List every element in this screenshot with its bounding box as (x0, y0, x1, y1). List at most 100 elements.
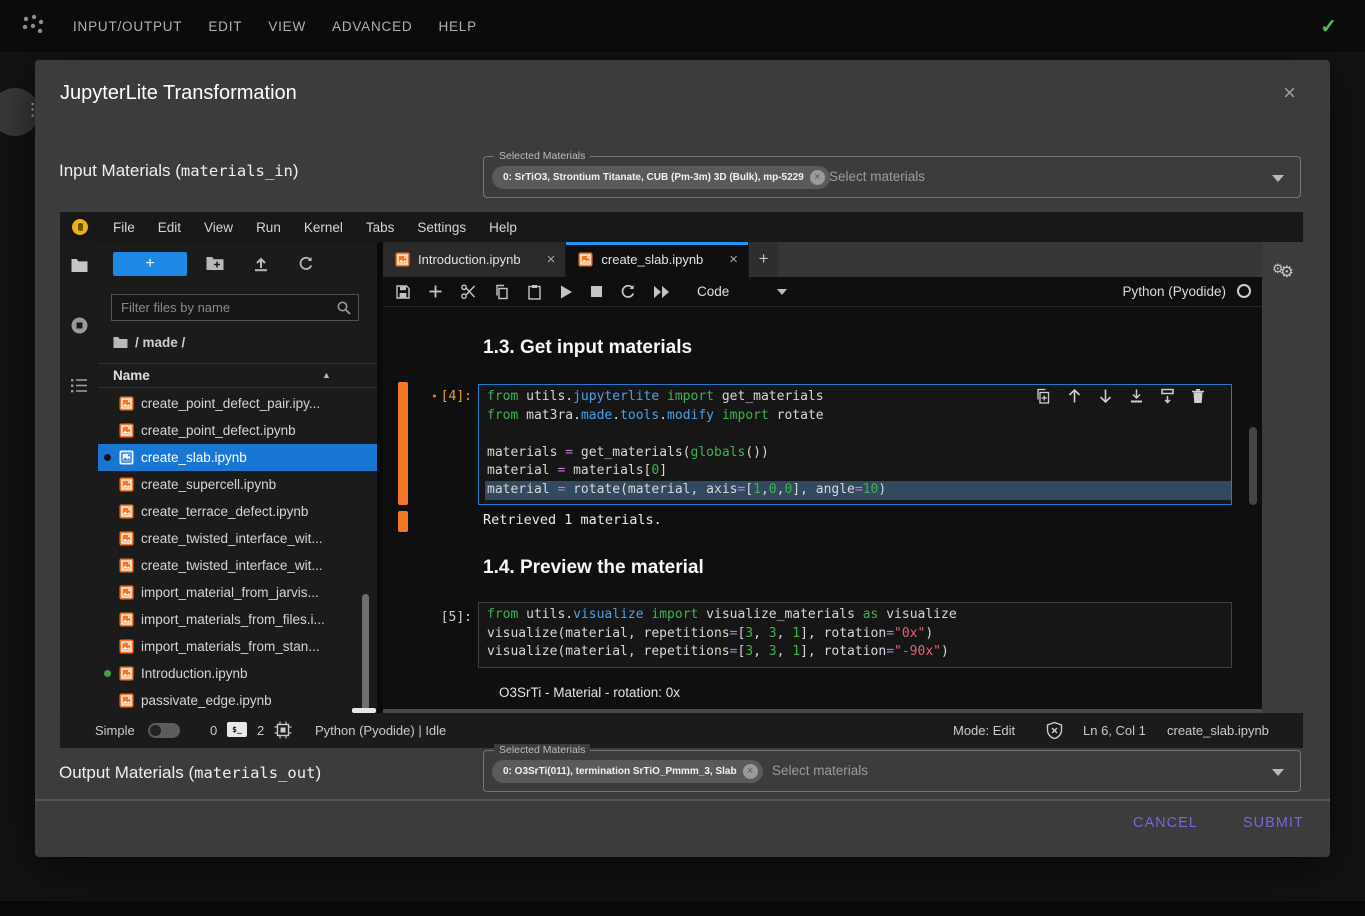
restart-run-all-icon[interactable] (653, 285, 671, 299)
file-row[interactable]: create_twisted_interface_wit... (98, 552, 377, 579)
notebook-tab-bar: Introduction.ipynb× create_slab.ipynb×+ (383, 242, 1262, 277)
tab-close-icon[interactable]: × (729, 251, 738, 268)
kernel-status-icon[interactable] (1237, 284, 1251, 298)
cursor-position[interactable]: Ln 6, Col 1 (1083, 723, 1146, 738)
jupyter-menu-settings[interactable]: Settings (417, 220, 466, 235)
breadcrumb[interactable]: / made / (113, 332, 185, 352)
notebook-scrollbar-thumb[interactable] (1249, 427, 1257, 505)
stop-kernel-icon[interactable] (590, 285, 603, 298)
jupyter-menu-kernel[interactable]: Kernel (304, 220, 343, 235)
new-tab-button[interactable]: + (749, 242, 778, 277)
submit-button[interactable]: SUBMIT (1243, 815, 1304, 831)
floating-menu-button[interactable]: ⋮ (0, 88, 39, 136)
save-icon[interactable] (395, 284, 411, 300)
topbar-menu-view[interactable]: VIEW (268, 19, 306, 34)
code-line[interactable]: from mat3ra.made.tools.modify import rot… (485, 407, 1231, 426)
table-of-contents-icon[interactable] (71, 378, 88, 393)
kernel-status-label[interactable]: Python (Pyodide) | Idle (315, 723, 446, 738)
jupyterlite-transformation-dialog: JupyterLite Transformation × Input Mater… (35, 60, 1330, 857)
output-materials-select[interactable]: Selected Materials 0: O3SrTi(011), termi… (483, 750, 1301, 792)
cancel-button[interactable]: CANCEL (1133, 815, 1198, 831)
kernels-count: 2 (257, 723, 264, 738)
jupyter-menu-tabs[interactable]: Tabs (366, 220, 395, 235)
app-logo-icon[interactable] (20, 13, 46, 39)
dialog-close-icon[interactable]: × (1283, 82, 1296, 104)
notebook-file-icon (119, 558, 134, 573)
code-line[interactable]: visualize(material, repetitions=[3, 3, 1… (485, 643, 1231, 662)
add-cell-icon[interactable] (428, 284, 443, 299)
tab-create_slab-ipynb[interactable]: create_slab.ipynb× (566, 242, 749, 277)
file-list-scrollbar[interactable] (362, 594, 369, 710)
code-line[interactable]: material = materials[0] (485, 462, 1231, 481)
file-row[interactable]: import_material_from_jarvis... (98, 579, 377, 606)
notebook-content[interactable]: 1.3. Get input materials •[4]: from util… (383, 307, 1262, 713)
simple-mode-toggle[interactable] (148, 723, 180, 738)
file-browser-icon[interactable] (71, 258, 88, 273)
terminal-icon[interactable]: $_ (227, 722, 247, 737)
running-kernels-icon[interactable] (71, 317, 88, 334)
jupyter-status-bar: Simple 0 $_ 2 Python (Pyodide) | Idle Mo… (60, 713, 1303, 748)
insert-cell-below-icon[interactable] (1160, 388, 1175, 404)
jupyter-menu-edit[interactable]: Edit (158, 220, 181, 235)
restart-kernel-icon[interactable] (620, 284, 636, 300)
input-materials-label: Input Materials (materials_in) (59, 161, 299, 181)
tab-introduction-ipynb[interactable]: Introduction.ipynb× (383, 242, 566, 277)
jupyterlite-window: FileEditViewRunKernelTabsSettingsHelp + … (60, 212, 1303, 748)
kernel-chip-icon[interactable] (274, 721, 292, 739)
new-launcher-button[interactable]: + (113, 252, 187, 276)
new-folder-icon[interactable] (206, 256, 224, 271)
notebook-file-icon (119, 693, 134, 708)
input-materials-select[interactable]: Selected Materials 0: SrTiO3, Strontium … (483, 156, 1301, 198)
file-row[interactable]: create_point_defect.ipynb (98, 417, 377, 444)
file-row[interactable]: create_point_defect_pair.ipy... (98, 390, 377, 417)
filter-files-input[interactable] (111, 294, 359, 321)
jupyter-menu-run[interactable]: Run (256, 220, 281, 235)
file-row[interactable]: import_materials_from_stan... (98, 633, 377, 660)
topbar-menu-help[interactable]: HELP (438, 19, 476, 34)
cell-hover-toolbar (1035, 388, 1205, 404)
code-line[interactable]: material = rotate(material, axis=[1,0,0]… (485, 481, 1231, 500)
cell-type-caret-icon[interactable] (777, 289, 787, 295)
check-icon[interactable]: ✓ (1320, 14, 1337, 39)
chip-remove-icon[interactable]: × (743, 764, 758, 779)
file-row[interactable]: import_materials_from_files.i... (98, 606, 377, 633)
jupyter-menu-help[interactable]: Help (489, 220, 517, 235)
file-row[interactable]: create_slab.ipynb (98, 444, 377, 471)
upload-icon[interactable] (253, 256, 269, 272)
jupyter-menu-view[interactable]: View (204, 220, 233, 235)
duplicate-cell-icon[interactable] (1035, 388, 1051, 404)
code-line[interactable]: visualize(material, repetitions=[3, 3, 1… (485, 625, 1231, 644)
dropdown-arrow-icon[interactable] (1272, 175, 1284, 182)
code-cell[interactable]: from utils.visualize import visualize_ma… (478, 602, 1232, 668)
file-row[interactable]: passivate_edge.ipynb (98, 687, 377, 713)
delete-cell-icon[interactable] (1191, 388, 1205, 404)
tab-close-icon[interactable]: × (547, 251, 556, 268)
code-line[interactable]: materials = get_materials(globals()) (485, 444, 1231, 463)
insert-cell-above-icon[interactable] (1129, 388, 1144, 404)
kernel-name-button[interactable]: Python (Pyodide) (1122, 284, 1226, 299)
cut-cells-icon[interactable] (460, 284, 477, 300)
jupyter-menu-file[interactable]: File (113, 220, 135, 235)
file-list-header[interactable]: Name ▲ (98, 363, 377, 388)
paste-cells-icon[interactable] (527, 284, 542, 300)
topbar-menu-input-output[interactable]: INPUT/OUTPUT (73, 19, 182, 34)
cell-type-select[interactable]: Code (697, 284, 729, 299)
dropdown-arrow-icon[interactable] (1272, 769, 1284, 776)
topbar-menu-advanced[interactable]: ADVANCED (332, 19, 412, 34)
cell-output-collapser[interactable] (398, 511, 408, 532)
trust-shield-icon[interactable] (1045, 721, 1064, 740)
copy-cells-icon[interactable] (494, 284, 510, 300)
move-cell-down-icon[interactable] (1098, 388, 1113, 404)
refresh-icon[interactable] (298, 256, 314, 272)
settings-gears-icon[interactable]: ⚙⚙ (1272, 258, 1294, 278)
code-line[interactable] (485, 425, 1231, 444)
file-row[interactable]: create_terrace_defect.ipynb (98, 498, 377, 525)
code-line[interactable]: from utils.visualize import visualize_ma… (485, 606, 1231, 625)
file-row[interactable]: create_supercell.ipynb (98, 471, 377, 498)
chip-remove-icon[interactable]: × (810, 170, 825, 185)
run-cell-icon[interactable] (559, 284, 573, 300)
file-row[interactable]: create_twisted_interface_wit... (98, 525, 377, 552)
file-row[interactable]: Introduction.ipynb (98, 660, 377, 687)
move-cell-up-icon[interactable] (1067, 388, 1082, 404)
topbar-menu-edit[interactable]: EDIT (208, 19, 242, 34)
